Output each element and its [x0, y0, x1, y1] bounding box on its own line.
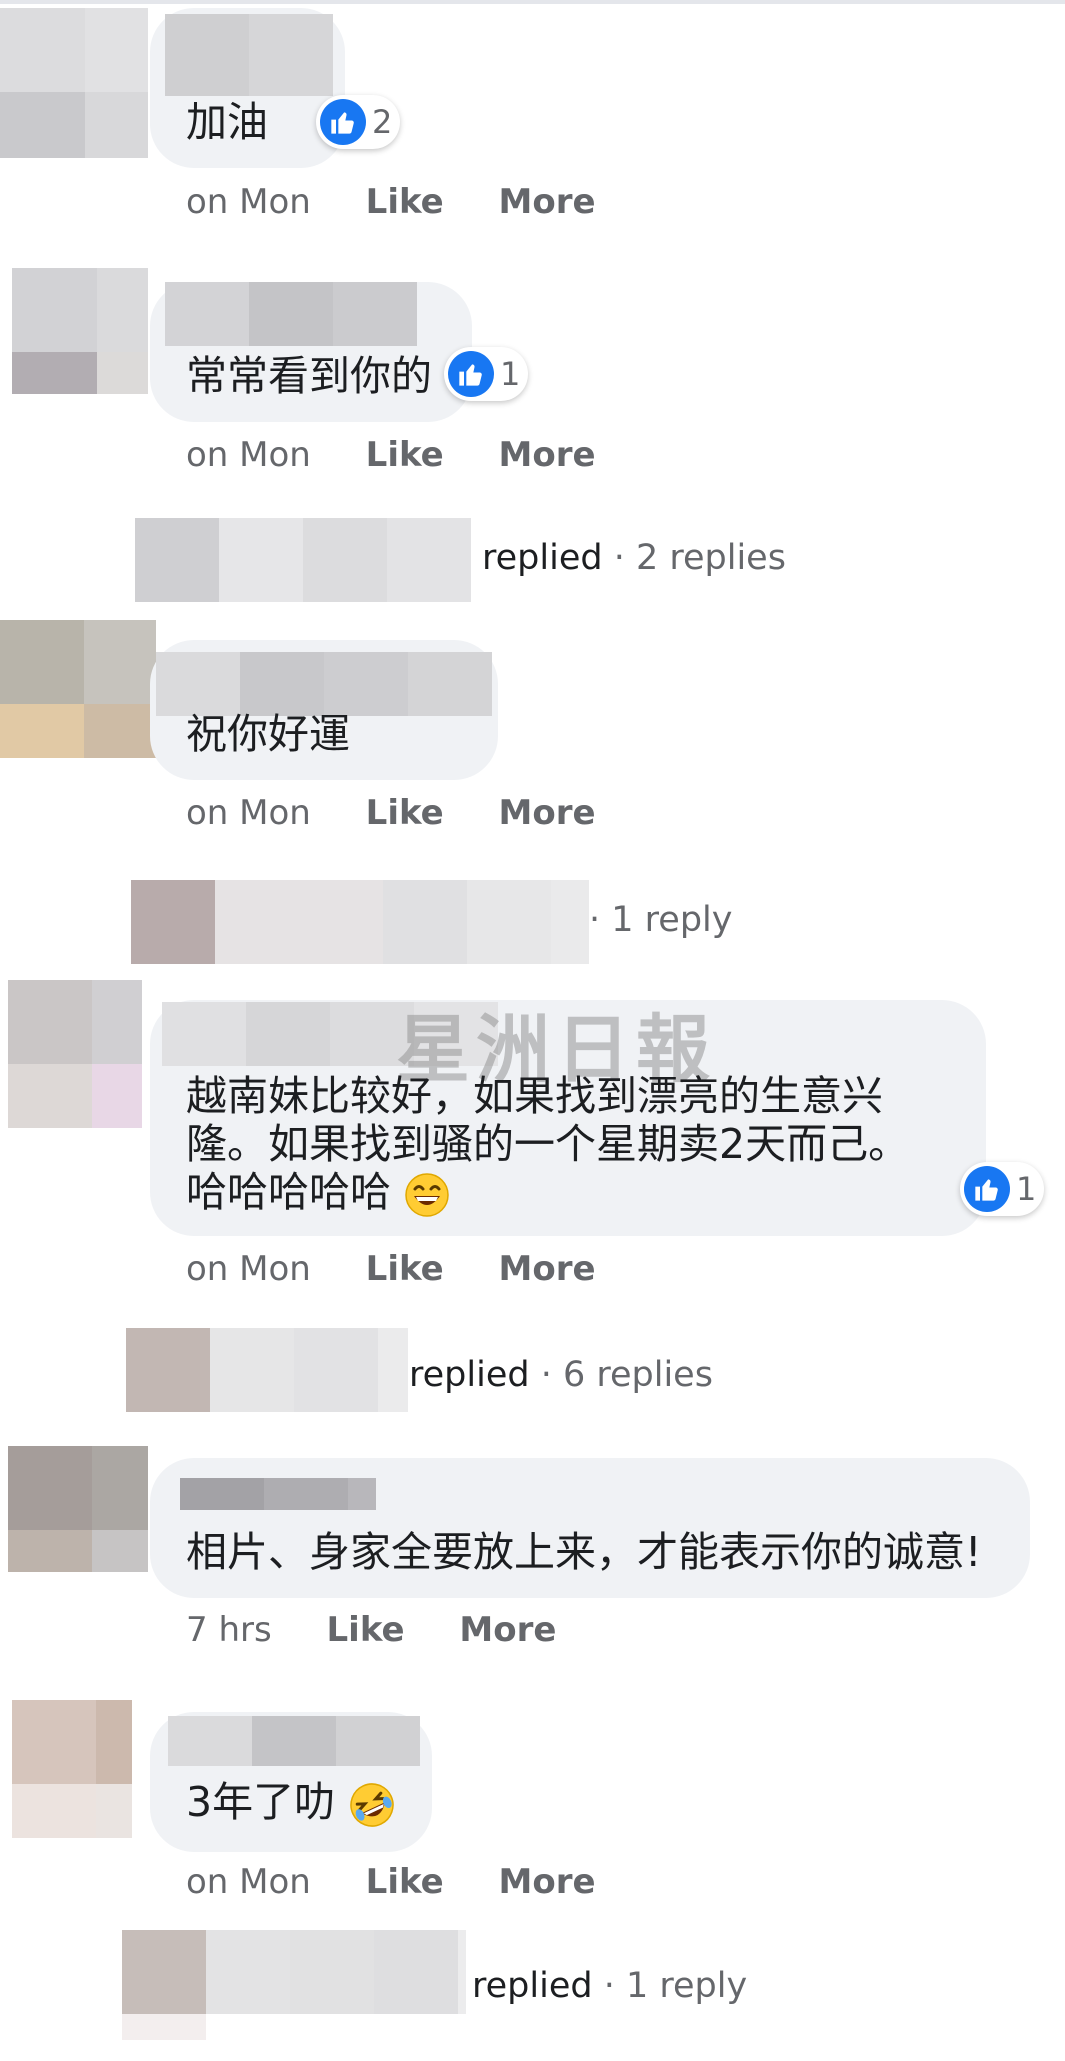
reply-avatars[interactable]	[135, 518, 471, 602]
commenter-name[interactable]	[165, 14, 333, 96]
reply-count: 1 reply	[625, 1966, 748, 2006]
comment-line-text: 哈哈哈哈哈	[186, 1168, 391, 1216]
comment-line: 隆。如果找到骚的一个星期卖2天而己。	[186, 1120, 910, 1168]
comment-text-value: 3年了叻	[186, 1778, 336, 1826]
reply-count: 1 reply	[611, 900, 733, 940]
comment-timestamp: 7 hrs	[186, 1610, 272, 1650]
commenter-name[interactable]	[165, 282, 417, 346]
avatar[interactable]	[0, 8, 148, 158]
commenter-name[interactable]	[156, 652, 492, 716]
separator: ·	[529, 1355, 563, 1395]
comment-text: 常常看到你的	[186, 352, 432, 400]
comment-meta: on Mon Like More	[186, 1249, 596, 1289]
comment-meta: on Mon Like More	[186, 793, 596, 833]
comment-timestamp: on Mon	[186, 793, 311, 833]
replied-label: replied	[472, 1966, 593, 2006]
avatar[interactable]	[0, 620, 156, 758]
comment-timestamp: on Mon	[186, 1249, 311, 1289]
reply-avatars[interactable]	[126, 1328, 408, 1412]
replied-label: replied	[482, 538, 603, 578]
more-button[interactable]: More	[499, 1862, 596, 1902]
comment-line: 越南妹比较好，如果找到漂亮的生意兴	[186, 1072, 883, 1120]
like-button[interactable]: Like	[366, 182, 444, 222]
reaction-count[interactable]: 1	[444, 347, 529, 401]
comment-meta: on Mon Like More	[186, 182, 596, 222]
comment-timestamp: on Mon	[186, 182, 311, 222]
comment-meta: 7 hrs Like More	[186, 1610, 556, 1650]
comment-text: 祝你好運	[186, 710, 350, 758]
more-button[interactable]: More	[499, 1249, 596, 1289]
separator: ·	[602, 538, 636, 578]
grinning-face-emoji	[405, 1173, 449, 1217]
commenter-name[interactable]	[180, 1478, 376, 1510]
rolling-laughing-emoji	[350, 1783, 394, 1827]
like-button[interactable]: Like	[366, 793, 444, 833]
comment-meta: on Mon Like More	[186, 435, 596, 475]
comment-timestamp: on Mon	[186, 435, 311, 475]
reaction-count-value: 1	[500, 355, 521, 393]
like-button[interactable]: Like	[327, 1610, 405, 1650]
reply-count: 2 replies	[635, 538, 786, 578]
more-button[interactable]: More	[499, 793, 596, 833]
reaction-count-value: 1	[1016, 1170, 1037, 1208]
view-replies-link[interactable]: replied · 2 replies	[482, 538, 786, 578]
more-button[interactable]: More	[459, 1610, 556, 1650]
comment-text: 加油	[186, 98, 268, 146]
comment-text: 3年了叻	[186, 1778, 396, 1829]
avatar[interactable]	[12, 1700, 132, 1838]
like-button[interactable]: Like	[366, 1249, 444, 1289]
comment-line: 哈哈哈哈哈	[186, 1168, 450, 1218]
replied-label: replied	[409, 1355, 530, 1395]
comment-text: 相片、身家全要放上来，才能表示你的诚意!	[186, 1528, 982, 1576]
reply-avatars[interactable]	[122, 1930, 466, 2040]
reaction-count[interactable]: 1	[960, 1162, 1045, 1216]
like-icon	[448, 351, 494, 397]
separator: ·	[589, 900, 612, 940]
comment-meta: on Mon Like More	[186, 1862, 596, 1902]
commenter-name[interactable]	[168, 1716, 420, 1766]
like-button[interactable]: Like	[366, 435, 444, 475]
avatar[interactable]	[12, 268, 148, 394]
separator: ·	[592, 1966, 626, 2006]
reply-count: 6 replies	[562, 1355, 713, 1395]
avatar[interactable]	[8, 1446, 148, 1572]
comment-timestamp: on Mon	[186, 1862, 311, 1902]
reaction-count[interactable]: 2	[316, 95, 401, 149]
like-icon	[964, 1166, 1010, 1212]
reply-avatars[interactable]	[131, 880, 589, 964]
view-replies-link[interactable]: · 1 reply	[589, 900, 732, 940]
avatar[interactable]	[8, 980, 142, 1128]
view-replies-link[interactable]: replied · 6 replies	[409, 1355, 713, 1395]
view-replies-link[interactable]: replied · 1 reply	[472, 1966, 747, 2006]
reaction-count-value: 2	[372, 103, 393, 141]
more-button[interactable]: More	[499, 435, 596, 475]
more-button[interactable]: More	[499, 182, 596, 222]
like-button[interactable]: Like	[366, 1862, 444, 1902]
top-divider	[0, 0, 1065, 4]
like-icon	[320, 99, 366, 145]
